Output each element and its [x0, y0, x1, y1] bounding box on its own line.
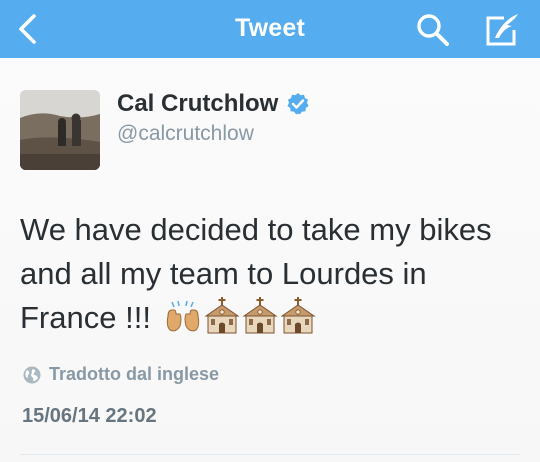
- navigation-bar: Tweet: [0, 0, 540, 58]
- raised-hands-emoji-icon: [166, 300, 199, 332]
- compose-icon[interactable]: [482, 12, 522, 50]
- emoji-group: [164, 296, 318, 334]
- church-emoji-icon: [279, 297, 316, 334]
- translation-link[interactable]: Tradotto dal inglese: [22, 364, 219, 385]
- page-title: Tweet: [235, 14, 305, 42]
- tweet-timestamp: 15/06/14 22:02: [22, 405, 157, 427]
- tweet-detail: Cal Crutchlow @calcrutchlow We have deci…: [0, 58, 540, 462]
- verified-badge-icon: [287, 93, 309, 115]
- author-name[interactable]: Cal Crutchlow: [117, 90, 310, 118]
- globe-icon: [23, 366, 41, 383]
- tweet-body: We have decided to take my bikes and all…: [20, 208, 520, 340]
- search-icon[interactable]: [415, 12, 451, 48]
- avatar[interactable]: [20, 90, 100, 170]
- church-emoji-icon: [241, 297, 278, 334]
- avatar-photo: [20, 90, 100, 170]
- church-emoji-icon: [203, 297, 240, 334]
- author-name-text: Cal Crutchlow: [117, 90, 279, 117]
- divider: [20, 454, 520, 455]
- translation-label: Tradotto dal inglese: [49, 364, 220, 384]
- author-handle: @calcrutchlow: [117, 122, 254, 145]
